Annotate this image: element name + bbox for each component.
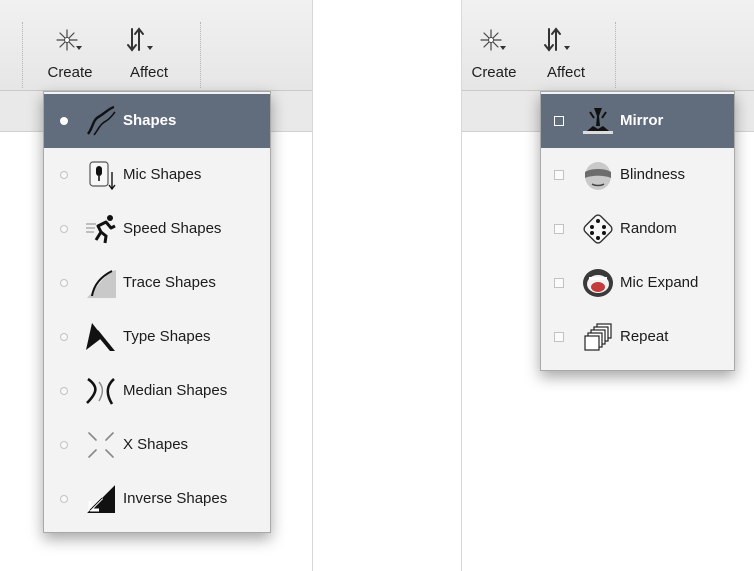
menu-item-speed-shapes[interactable]: Speed Shapes [44, 202, 270, 256]
left-panel: Create Affect Shapes Mic Shapes Speed Sh… [0, 0, 313, 571]
trace-shapes-icon [87, 270, 116, 298]
menu-item-x-shapes[interactable]: X Shapes [44, 418, 270, 472]
menu-item-label: Mic Expand [620, 274, 699, 291]
median-shapes-icon [86, 377, 115, 405]
mic-shapes-icon [89, 161, 116, 191]
menu-item-repeat[interactable]: Repeat [541, 310, 734, 364]
create-label: Create [47, 64, 93, 81]
menu-item-label: Repeat [620, 328, 669, 345]
chevron-down-icon [500, 46, 506, 50]
menu-item-label: Type Shapes [123, 328, 211, 345]
menu-item-inverse-shapes[interactable]: Inverse Shapes [44, 472, 270, 526]
chevron-down-icon [564, 46, 570, 50]
sparkle-icon [56, 29, 78, 51]
toolbar-separator [200, 22, 201, 88]
affect-label: Affect [546, 64, 586, 81]
checkbox-icon [554, 332, 564, 342]
mirror-icon [583, 108, 613, 134]
menu-item-median-shapes[interactable]: Median Shapes [44, 364, 270, 418]
create-tool-button[interactable]: Create [38, 22, 102, 86]
menu-item-label: X Shapes [123, 436, 189, 453]
menu-item-trace-shapes[interactable]: Trace Shapes [44, 256, 270, 310]
menu-item-mic-expand[interactable]: Mic Expand [541, 256, 734, 310]
radio-icon [60, 171, 68, 179]
radio-icon [60, 333, 68, 341]
checkbox-icon [554, 116, 564, 126]
toolbar-separator [22, 22, 23, 88]
menu-item-label: Median Shapes [123, 382, 228, 399]
speed-shapes-icon [86, 215, 116, 244]
menu-item-mic-shapes[interactable]: Mic Shapes [44, 148, 270, 202]
radio-icon [60, 279, 68, 287]
shapes-icon [87, 105, 116, 136]
inverse-shapes-icon [87, 485, 115, 513]
sparkle-icon [480, 29, 502, 51]
blindness-icon [585, 162, 611, 190]
menu-item-blindness[interactable]: Blindness [541, 148, 734, 202]
affect-label: Affect [129, 64, 169, 81]
menu-item-shapes[interactable]: Shapes [44, 94, 270, 148]
random-dice-icon [583, 214, 613, 244]
repeat-icon [584, 323, 612, 351]
radio-selected-icon [60, 117, 68, 125]
affect-tool-button[interactable]: Affect [117, 22, 181, 86]
checkbox-icon [554, 170, 564, 180]
chevron-down-icon [76, 46, 82, 50]
menu-item-mirror[interactable]: Mirror [541, 94, 734, 148]
menu-item-label: Speed Shapes [123, 220, 222, 237]
right-panel: Create Affect Mirror Blindness Random Mi… [461, 0, 754, 571]
menu-item-random[interactable]: Random [541, 202, 734, 256]
type-shapes-icon [86, 323, 115, 351]
menu-item-type-shapes[interactable]: Type Shapes [44, 310, 270, 364]
toolbar: Create Affect [0, 0, 312, 91]
checkbox-icon [554, 278, 564, 288]
toolbar-separator [615, 22, 616, 88]
affect-menu: Mirror Blindness Random Mic Expand Repea… [540, 91, 735, 371]
create-label: Create [471, 64, 517, 81]
chevron-down-icon [147, 46, 153, 50]
toolbar: Create Affect [462, 0, 754, 91]
radio-icon [60, 495, 68, 503]
radio-icon [60, 441, 68, 449]
affect-tool-button[interactable]: Affect [534, 22, 598, 86]
checkbox-icon [554, 224, 564, 234]
menu-item-label: Blindness [620, 166, 686, 183]
menu-item-label: Mic Shapes [123, 166, 202, 183]
radio-icon [60, 225, 68, 233]
x-shapes-icon [88, 432, 114, 458]
create-tool-button[interactable]: Create [462, 22, 526, 86]
menu-item-label: Trace Shapes [123, 274, 216, 291]
menu-item-label: Mirror [620, 112, 664, 129]
create-menu: Shapes Mic Shapes Speed Shapes Trace Sha… [43, 91, 271, 533]
menu-item-label: Inverse Shapes [123, 490, 228, 507]
menu-item-label: Shapes [123, 112, 177, 129]
menu-item-label: Random [620, 220, 677, 237]
mic-expand-icon [583, 269, 613, 297]
radio-icon [60, 387, 68, 395]
